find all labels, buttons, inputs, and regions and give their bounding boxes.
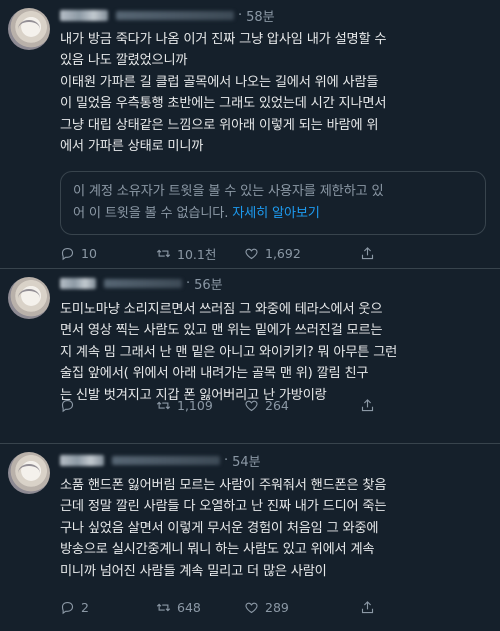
tweet-text: 도미노마냥 소리지르면서 쓰러짐 그 와중에 테라스에서 웃으 면서 영상 찍는…	[60, 299, 488, 406]
tweet-header: · 58분	[60, 6, 275, 25]
retweet-icon	[156, 603, 171, 611]
tweet-actions: 2 648 289	[60, 599, 480, 615]
retweet-button[interactable]: 10.1천	[156, 244, 244, 263]
share-icon	[361, 600, 374, 613]
tweet[interactable]: · 54분 소품 핸드폰 잃어버림 모르는 사람이 주워줘서 핸드폰은 찾음 근…	[0, 444, 500, 631]
retweet-button[interactable]: 1,109	[156, 398, 244, 413]
tweet-text: 내가 방금 죽다가 나옴 이거 진짜 그냥 압사임 내가 설명할 수 있음 나도…	[60, 29, 488, 157]
share-button[interactable]	[360, 246, 375, 261]
reply-count: 2	[81, 599, 89, 615]
notice-text: 이 계정 소유자가 트윗을 볼 수 있는 사용자를 제한하고 있	[73, 184, 384, 199]
reply-button[interactable]: 2	[60, 600, 156, 615]
like-count: 289	[265, 599, 289, 615]
tweet-line: 지 계속 밈 그래서 난 맨 밑은 아니고 와이키키? 뭐 아무튼 그런	[60, 344, 398, 360]
tweet-text: 소품 핸드폰 잃어버림 모르는 사람이 주워줘서 핸드폰은 찾음 근데 정말 깔…	[60, 475, 488, 582]
like-count: 264	[265, 397, 289, 413]
heart-icon	[245, 602, 258, 613]
share-button[interactable]	[360, 398, 375, 413]
tweet-line: 이태원 가파른 길 클럽 골목에서 나오는 길에서 위에 사람들	[60, 74, 379, 90]
tweet-line: 방송으로 실시간중계니 뭐니 하는 사람도 있고 위에서 계속	[60, 542, 375, 558]
retweet-count: 1,109	[177, 397, 213, 413]
tweet-line: 근데 정말 깔린 사람들 다 오열하고 난 진짜 내가 드디어 죽는	[60, 499, 387, 515]
learn-more-link[interactable]: 자세히 알아보기	[232, 206, 320, 221]
like-button[interactable]: 289	[244, 600, 360, 615]
retweet-button[interactable]: 648	[156, 600, 244, 615]
like-count: 1,692	[265, 245, 301, 261]
like-button[interactable]: 264	[244, 398, 360, 413]
tweet-header: · 54분	[60, 451, 261, 470]
reply-icon	[61, 601, 74, 614]
tweet-timestamp[interactable]: 54분	[232, 451, 261, 470]
tweet-timestamp[interactable]: 58분	[246, 6, 275, 25]
tweet-line: 술집 앞에서( 위에서 아래 내려가는 골목 맨 위) 깔림 친구	[60, 366, 369, 382]
display-name-redacted[interactable]	[60, 454, 104, 466]
retweet-count: 648	[177, 599, 201, 615]
tweet-line: 내가 방금 죽다가 나옴 이거 진짜 그냥 압사임 내가 설명할 수	[60, 32, 387, 47]
avatar[interactable]	[8, 277, 50, 319]
notice-text-line2: 어 이 트윗을 볼 수 없습니다. 자세히 알아보기	[73, 203, 473, 225]
tweet[interactable]: · 56분 도미노마냥 소리지르면서 쓰러짐 그 와중에 테라스에서 웃으 면서…	[0, 269, 500, 443]
tweet-actions: 10 10.1천 1,692	[60, 244, 480, 263]
share-icon	[361, 246, 374, 259]
notice-text: 어 이 트윗을 볼 수 없습니다.	[73, 206, 229, 221]
reply-button[interactable]	[60, 398, 156, 413]
tweet-line: 도미노마냥 소리지르면서 쓰러짐 그 와중에 테라스에서 웃으	[60, 302, 383, 317]
tweet[interactable]: · 58분 내가 방금 죽다가 나옴 이거 진짜 그냥 압사임 내가 설명할 수…	[0, 0, 500, 268]
like-button[interactable]: 1,692	[244, 246, 360, 261]
tweet-timestamp[interactable]: 56분	[194, 274, 223, 293]
separator-dot: ·	[186, 275, 191, 291]
tweet-line: 소품 핸드폰 잃어버림 모르는 사람이 주워줘서 핸드폰은 찾음	[60, 478, 387, 493]
handle-redacted	[112, 455, 220, 465]
tweet-line: 있음 나도 깔렸었으니까	[60, 53, 188, 69]
reply-button[interactable]: 10	[60, 246, 156, 261]
tweet-line: 그냥 대립 상태같은 느낌으로 위아래 이렇게 되는 바람에 위	[60, 117, 379, 133]
tweet-line: 구나 싶었음 살면서 이렇게 무서운 경험이 처음임 그 와중에	[60, 520, 379, 536]
reply-icon	[61, 399, 74, 412]
heart-icon	[245, 248, 258, 259]
heart-icon	[245, 400, 258, 411]
retweet-count: 10.1천	[177, 246, 217, 262]
handle-redacted	[116, 10, 234, 20]
display-name-redacted[interactable]	[60, 9, 108, 21]
separator-dot: ·	[224, 452, 229, 468]
retweet-icon	[156, 249, 171, 257]
tweet-line: 에서 가파른 상태로 미니까	[60, 139, 204, 155]
tweet-header: · 56분	[60, 274, 223, 293]
tweet-line: 면서 영상 찍는 사람도 있고 맨 위는 밑에가 쓰러진걸 모르는	[60, 323, 383, 339]
restricted-tweet-notice: 이 계정 소유자가 트윗을 볼 수 있는 사용자를 제한하고 있 어 이 트윗을…	[60, 171, 486, 235]
avatar[interactable]	[8, 452, 50, 494]
handle-redacted	[104, 278, 182, 288]
share-icon	[361, 398, 374, 411]
tweet-actions: 1,109 264	[60, 397, 480, 413]
avatar[interactable]	[8, 8, 50, 50]
tweet-line: 미니까 넘어진 사람들 계속 밀리고 더 많은 사람이	[60, 563, 327, 579]
display-name-redacted[interactable]	[60, 277, 96, 289]
reply-count: 10	[81, 245, 97, 261]
retweet-icon	[156, 401, 171, 409]
reply-icon	[61, 247, 74, 260]
separator-dot: ·	[238, 7, 243, 23]
tweet-line: 이 밀었음 우측통행 초반에는 그래도 있었는데 시간 지나면서	[60, 96, 387, 112]
share-button[interactable]	[360, 600, 375, 615]
